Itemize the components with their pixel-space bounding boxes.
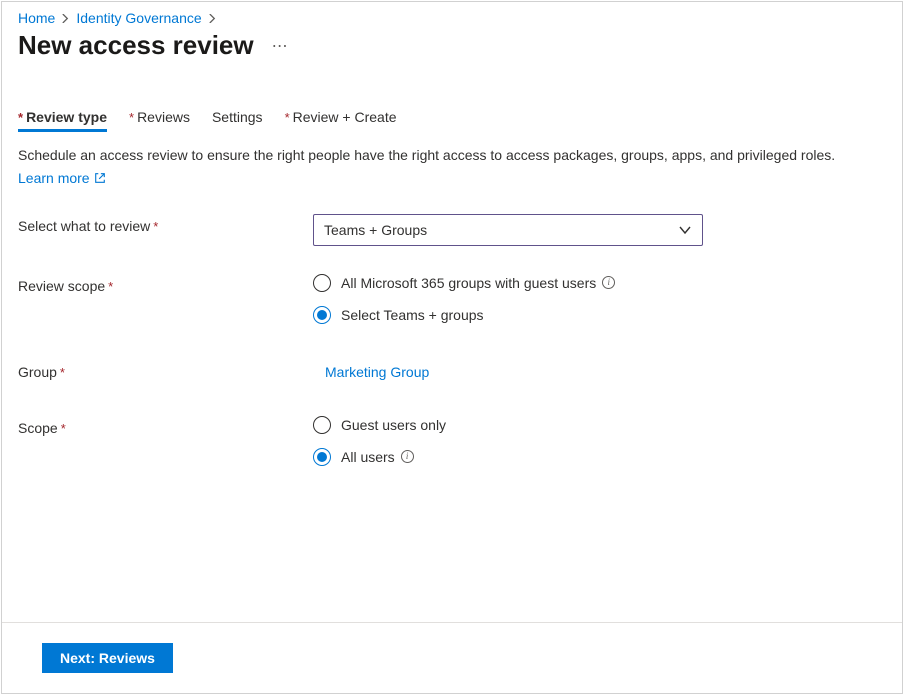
required-indicator: * bbox=[60, 365, 65, 380]
tab-bar: * Review type * Reviews Settings * Revie… bbox=[18, 105, 886, 132]
footer-bar: Next: Reviews bbox=[2, 622, 902, 693]
label-scope: Scope* bbox=[18, 416, 313, 436]
tab-label: Settings bbox=[212, 109, 263, 125]
required-indicator: * bbox=[108, 279, 113, 294]
radio-label-text: All users bbox=[341, 449, 395, 465]
tab-label: Review + Create bbox=[293, 109, 397, 125]
radio-icon bbox=[313, 448, 331, 466]
required-indicator: * bbox=[285, 110, 290, 125]
radio-all-m365-groups[interactable]: All Microsoft 365 groups with guest user… bbox=[313, 274, 615, 292]
breadcrumb-identity-governance[interactable]: Identity Governance bbox=[76, 10, 201, 26]
radio-icon bbox=[313, 274, 331, 292]
more-actions-button[interactable]: ⋯ bbox=[272, 36, 289, 56]
info-icon[interactable]: i bbox=[401, 450, 414, 463]
external-link-icon bbox=[94, 172, 106, 184]
label-group: Group* bbox=[18, 360, 313, 380]
radio-icon bbox=[313, 306, 331, 324]
radio-guest-users-only[interactable]: Guest users only bbox=[313, 416, 446, 434]
chevron-down-icon bbox=[678, 223, 692, 237]
required-indicator: * bbox=[61, 421, 66, 436]
chevron-right-icon bbox=[208, 10, 217, 26]
learn-more-label: Learn more bbox=[18, 170, 90, 186]
radio-select-teams-groups[interactable]: Select Teams + groups bbox=[313, 306, 615, 324]
required-indicator: * bbox=[129, 110, 134, 125]
tab-label: Review type bbox=[26, 109, 107, 125]
tab-settings[interactable]: Settings bbox=[212, 105, 263, 132]
breadcrumb-home[interactable]: Home bbox=[18, 10, 55, 26]
tab-review-type[interactable]: * Review type bbox=[18, 105, 107, 132]
tab-label: Reviews bbox=[137, 109, 190, 125]
tab-review-create[interactable]: * Review + Create bbox=[285, 105, 397, 132]
label-review-scope: Review scope* bbox=[18, 274, 313, 294]
select-what-to-review-dropdown[interactable]: Teams + Groups bbox=[313, 214, 703, 246]
select-value: Teams + Groups bbox=[324, 222, 427, 238]
radio-all-users[interactable]: All users i bbox=[313, 448, 446, 466]
breadcrumb: Home Identity Governance bbox=[2, 2, 902, 26]
group-selection-link[interactable]: Marketing Group bbox=[313, 360, 429, 380]
radio-icon bbox=[313, 416, 331, 434]
required-indicator: * bbox=[153, 219, 158, 234]
learn-more-link[interactable]: Learn more bbox=[18, 170, 106, 186]
label-select-what-to-review: Select what to review* bbox=[18, 214, 313, 234]
chevron-right-icon bbox=[61, 10, 70, 26]
tab-reviews[interactable]: * Reviews bbox=[129, 105, 190, 132]
next-reviews-button[interactable]: Next: Reviews bbox=[42, 643, 173, 673]
radio-label-text: Guest users only bbox=[341, 417, 446, 433]
intro-text: Schedule an access review to ensure the … bbox=[18, 146, 886, 166]
info-icon[interactable]: i bbox=[602, 276, 615, 289]
radio-label-text: Select Teams + groups bbox=[341, 307, 484, 323]
required-indicator: * bbox=[18, 110, 23, 125]
radio-label-text: All Microsoft 365 groups with guest user… bbox=[341, 275, 596, 291]
page-title: New access review bbox=[18, 30, 254, 61]
